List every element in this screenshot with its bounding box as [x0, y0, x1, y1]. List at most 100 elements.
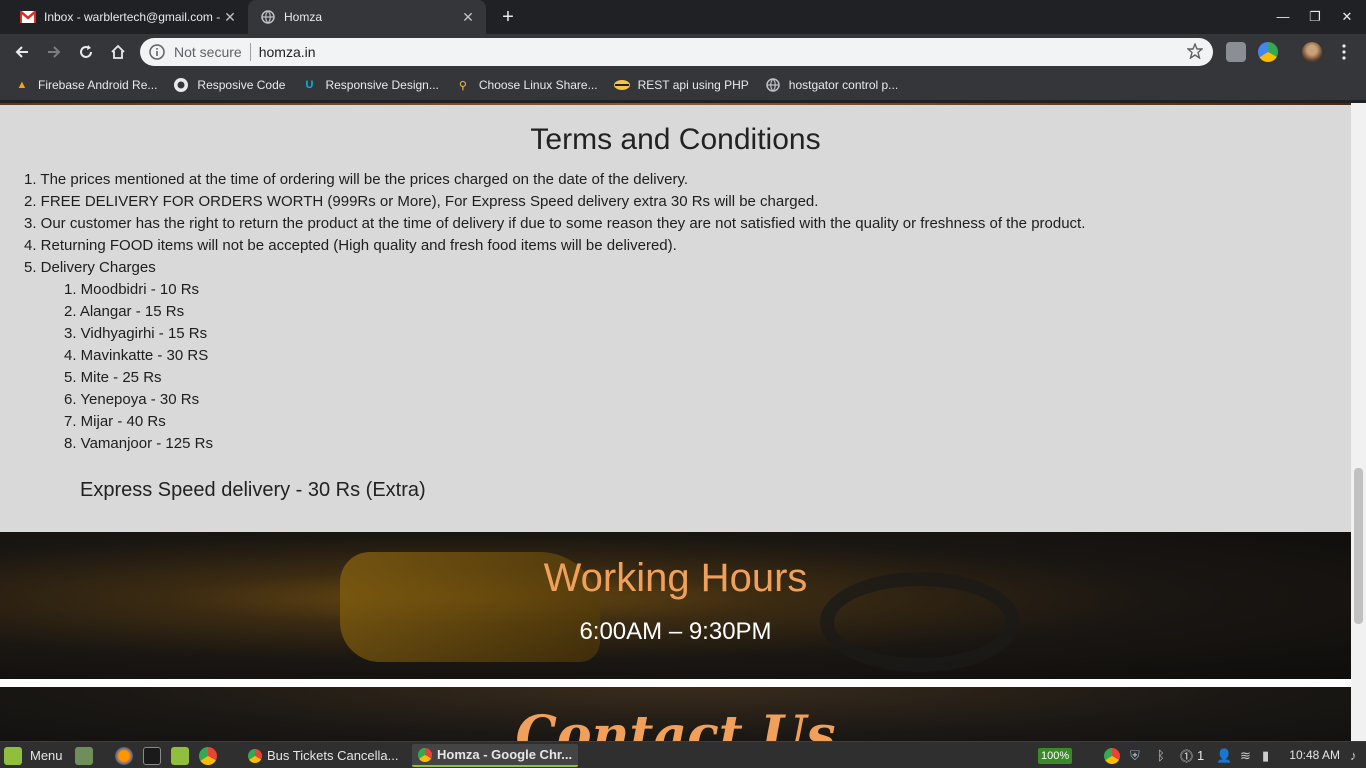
window-label: Homza - Google Chr...: [437, 747, 573, 762]
firefox-icon: [115, 746, 133, 765]
list-item: 1. The prices mentioned at the time of o…: [24, 171, 688, 188]
list-item: 5. Mite - 25 Rs: [64, 369, 162, 386]
home-icon: [111, 44, 125, 59]
globe-icon: [260, 9, 276, 25]
list-item: 1. Moodbidri - 10 Rs: [64, 281, 200, 298]
menu-label: Menu: [30, 748, 63, 763]
terminal-icon: [143, 746, 161, 765]
tab-gmail[interactable]: Inbox - warblertech@gmail.com - ✕: [8, 0, 248, 34]
divider: [249, 43, 251, 61]
scrollbar-track[interactable]: [1351, 103, 1366, 741]
list-item: 5. Delivery Charges 1. Moodbidri - 10 Rs…: [24, 257, 1085, 452]
tray-sound[interactable]: ♪: [1350, 744, 1357, 767]
close-icon[interactable]: ✕: [220, 9, 240, 26]
working-hours-section: Working Hours 6:00AM – 9:30PM: [0, 532, 1351, 679]
terms-section: Terms and Conditions 1. The prices menti…: [0, 105, 1351, 532]
bookmark-label: REST api using PHP: [637, 78, 749, 92]
list-item: 6. Yenepoya - 30 Rs: [64, 391, 200, 408]
bookmark-label: hostgator control p...: [788, 78, 899, 92]
minimize-button[interactable]: —: [1274, 8, 1292, 26]
wifi-icon: ≋: [1240, 747, 1251, 763]
launcher-files[interactable]: [171, 744, 189, 767]
clock[interactable]: 10:48 AM: [1289, 748, 1340, 762]
launcher-firefox[interactable]: [115, 744, 133, 767]
back-button[interactable]: [10, 40, 34, 64]
chrome-icon: [418, 747, 432, 762]
launcher-terminal[interactable]: [143, 744, 161, 767]
list-item: 3. Our customer has the right to return …: [24, 215, 1086, 232]
menu-icon[interactable]: [1332, 40, 1356, 64]
new-tab-button[interactable]: +: [498, 7, 518, 27]
security-label: Not secure: [174, 44, 242, 60]
os-taskbar: Menu Bus Tickets Cancella... Homza - Goo…: [0, 741, 1366, 768]
avatar[interactable]: [1302, 42, 1322, 62]
bookmark-item[interactable]: hostgator control p...: [765, 77, 898, 93]
bookmark-item[interactable]: U Responsive Design...: [301, 77, 438, 93]
notification-count: 1: [1197, 748, 1205, 763]
address-bar[interactable]: Not secure homza.in: [140, 38, 1213, 66]
mint-logo-icon: [4, 746, 22, 765]
home-button[interactable]: [106, 40, 130, 64]
chrome-icon: [248, 748, 262, 763]
gmail-icon: [20, 9, 36, 25]
working-hours-time: 6:00AM – 9:30PM: [579, 618, 772, 645]
url-text[interactable]: homza.in: [259, 44, 316, 60]
forward-button[interactable]: [42, 40, 66, 64]
chrome-icon: [199, 746, 217, 765]
battery-label: 100%: [1038, 747, 1073, 764]
delivery-charges-list: 1. Moodbidri - 10 Rs 2. Alangar - 15 Rs …: [64, 279, 1085, 455]
tray-bluetooth[interactable]: ᛒ: [1157, 744, 1165, 767]
extension-icon[interactable]: [1258, 42, 1278, 62]
list-item: 3. Vidhyagirhi - 15 Rs: [64, 325, 208, 342]
bookmark-label: Responsive Design...: [325, 78, 439, 92]
section-divider: [0, 679, 1351, 687]
scrollbar-thumb[interactable]: [1354, 468, 1363, 624]
contact-title: Contact Us: [515, 705, 836, 741]
contact-section: Contact Us: [0, 687, 1351, 741]
desktop-icon: [75, 746, 93, 765]
list-item: 8. Vamanjoor - 125 Rs: [64, 435, 213, 452]
extension-icon[interactable]: [1226, 42, 1246, 62]
list-item-label: 5. Delivery Charges: [24, 259, 156, 276]
tray-chrome[interactable]: [1104, 744, 1120, 767]
list-item: 4. Returning FOOD items will not be acce…: [24, 237, 677, 254]
tray-wifi[interactable]: ≋: [1240, 744, 1251, 767]
info-icon[interactable]: [148, 43, 166, 61]
taskbar-window[interactable]: Homza - Google Chr...: [412, 744, 579, 767]
express-delivery-note: Express Speed delivery - 30 Rs (Extra): [80, 479, 426, 501]
shield-icon: ⛨: [1130, 747, 1140, 763]
close-icon[interactable]: ✕: [458, 9, 478, 26]
bookmark-item[interactable]: ⚲ Choose Linux Share...: [455, 77, 598, 93]
globe-icon: [765, 77, 781, 93]
close-window-button[interactable]: ✕: [1338, 8, 1356, 26]
bookmark-label: Choose Linux Share...: [478, 78, 598, 92]
folder-icon: [171, 746, 189, 765]
taskbar-window[interactable]: Bus Tickets Cancella...: [242, 744, 405, 767]
bookmark-item[interactable]: ▲ Firebase Android Re...: [14, 77, 158, 93]
page-viewport: Terms and Conditions 1. The prices menti…: [0, 103, 1351, 741]
bookmark-item[interactable]: REST api using PHP: [613, 77, 749, 93]
bookmark-star-icon[interactable]: [1186, 42, 1204, 64]
battery-indicator[interactable]: 100%: [1038, 744, 1073, 767]
browser-toolbar: Not secure homza.in: [0, 34, 1366, 70]
reload-icon: [80, 45, 92, 58]
firebase-icon: ▲: [16, 79, 28, 91]
launcher-chrome[interactable]: [199, 744, 217, 767]
forward-arrow-icon: [48, 46, 61, 58]
tray-user[interactable]: 👤: [1216, 744, 1232, 767]
user-icon: 👤: [1216, 747, 1233, 763]
bluetooth-icon: ᛒ: [1157, 748, 1165, 763]
bookmark-label: Firebase Android Re...: [38, 78, 158, 92]
bookmark-item[interactable]: Resposive Code: [173, 77, 285, 93]
maximize-button[interactable]: ❐: [1306, 8, 1324, 26]
api-icon: [613, 77, 630, 93]
terms-title: Terms and Conditions: [530, 123, 821, 156]
start-menu-button[interactable]: Menu: [4, 744, 63, 767]
tray-notifications[interactable]: ⓵ 1: [1180, 744, 1204, 767]
tray-shield[interactable]: ⛨: [1130, 744, 1140, 767]
reload-button[interactable]: [74, 40, 98, 64]
tray-power[interactable]: ▮: [1262, 744, 1269, 767]
tab-homza[interactable]: Homza ✕: [248, 0, 486, 34]
list-item: 2. FREE DELIVERY FOR ORDERS WORTH (999Rs…: [24, 193, 819, 210]
launcher-show-desktop[interactable]: [75, 744, 93, 767]
